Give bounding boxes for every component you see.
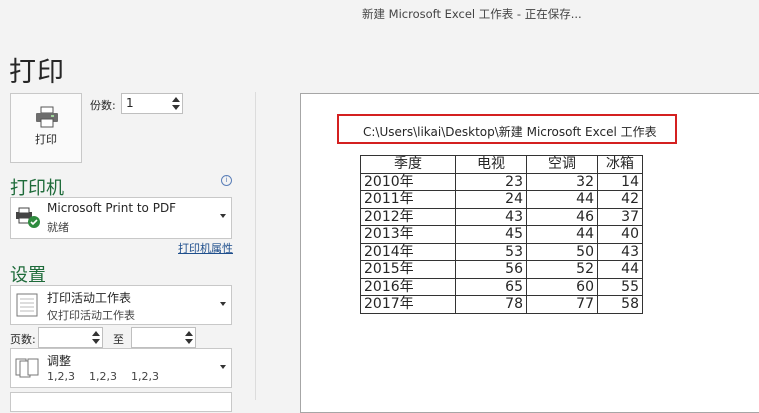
table-cell: 2017年 <box>360 295 456 314</box>
panel-divider <box>255 92 256 400</box>
table-cell: 53 <box>455 242 527 261</box>
table-row: 2011年 24 44 42 <box>360 190 643 209</box>
collate-subtitle: 1,2,3 1,2,3 1,2,3 <box>47 370 159 383</box>
table-header-cell: 季度 <box>360 155 456 174</box>
file-path-highlight: C:\Users\likai\Desktop\新建 Microsoft Exce… <box>337 114 677 144</box>
pages-to-label: 至 <box>113 333 124 346</box>
table-cell: 40 <box>597 225 643 244</box>
print-preview-page: C:\Users\likai\Desktop\新建 Microsoft Exce… <box>300 93 759 413</box>
info-icon[interactable]: i <box>221 175 232 186</box>
print-button[interactable]: 打印 <box>10 93 82 163</box>
collate-dropdown[interactable]: 调整 1,2,3 1,2,3 1,2,3 <box>10 348 232 388</box>
printer-icon <box>36 106 58 128</box>
table-cell: 44 <box>597 260 643 279</box>
table-cell: 43 <box>455 207 527 226</box>
table-row: 2017年 78 77 58 <box>360 295 643 314</box>
print-scope-dropdown[interactable]: 打印活动工作表 仅打印活动工作表 <box>10 285 232 325</box>
table-header-cell: 空调 <box>526 155 598 174</box>
collate-icon <box>15 358 39 378</box>
decrement-icon[interactable] <box>172 105 180 110</box>
table-cell: 65 <box>455 277 527 296</box>
table-row: 2013年 45 44 40 <box>360 225 643 244</box>
table-cell: 24 <box>455 190 527 209</box>
title-bar: 新建 Microsoft Excel 工作表 - 正在保存... <box>0 0 759 28</box>
table-row: 2016年 65 60 55 <box>360 277 643 296</box>
table-cell: 23 <box>455 172 527 191</box>
print-button-label: 打印 <box>35 133 57 146</box>
table-cell: 37 <box>597 207 643 226</box>
printer-dropdown[interactable]: Microsoft Print to PDF 就绪 <box>10 197 232 239</box>
table-row: 2010年 23 32 14 <box>360 172 643 191</box>
table-cell: 60 <box>526 277 598 296</box>
printer-ready-icon <box>16 207 40 228</box>
table-cell: 50 <box>526 242 598 261</box>
printer-status: 就绪 <box>47 221 69 234</box>
settings-section-title: 设置 <box>10 265 46 286</box>
table-cell: 56 <box>455 260 527 279</box>
copies-stepper[interactable]: 1 <box>121 93 183 114</box>
page-heading: 打印 <box>9 57 65 88</box>
table-cell: 45 <box>455 225 527 244</box>
table-cell: 44 <box>526 190 598 209</box>
increment-icon[interactable] <box>92 331 100 336</box>
table-header-cell: 冰箱 <box>597 155 643 174</box>
print-scope-title: 打印活动工作表 <box>47 291 132 305</box>
table-cell: 78 <box>455 295 527 314</box>
copies-label: 份数: <box>90 99 116 112</box>
table-row: 2014年 53 50 43 <box>360 242 643 261</box>
table-cell: 58 <box>597 295 643 314</box>
printer-properties-link[interactable]: 打印机属性 <box>178 240 233 256</box>
decrement-icon[interactable] <box>185 339 193 344</box>
copies-value[interactable]: 1 <box>126 96 134 110</box>
table-cell: 2016年 <box>360 277 456 296</box>
table-row: 2012年 43 46 37 <box>360 207 643 226</box>
increment-icon[interactable] <box>185 331 193 336</box>
table-row: 2015年 56 52 44 <box>360 260 643 279</box>
table-cell: 43 <box>597 242 643 261</box>
table-cell: 14 <box>597 172 643 191</box>
chevron-down-icon <box>220 365 226 369</box>
table-header-cell: 电视 <box>455 155 527 174</box>
chevron-down-icon <box>220 214 226 218</box>
table-cell: 2010年 <box>360 172 456 191</box>
printer-name: Microsoft Print to PDF <box>47 201 177 215</box>
data-table: 季度 电视 空调 冰箱 2010年 23 32 14 2011年 24 44 42 2012年 43 46 3… <box>360 155 643 314</box>
pages-to-input[interactable] <box>131 327 196 348</box>
print-scope-subtitle: 仅打印活动工作表 <box>47 309 135 322</box>
table-header-row: 季度 电视 空调 冰箱 <box>360 155 643 174</box>
table-cell: 2014年 <box>360 242 456 261</box>
increment-icon[interactable] <box>172 97 180 102</box>
table-cell: 55 <box>597 277 643 296</box>
table-cell: 2015年 <box>360 260 456 279</box>
table-cell: 2013年 <box>360 225 456 244</box>
table-cell: 52 <box>526 260 598 279</box>
pages-from-input[interactable] <box>38 327 103 348</box>
worksheet-icon <box>16 293 38 317</box>
file-path-text: C:\Users\likai\Desktop\新建 Microsoft Exce… <box>363 125 657 139</box>
table-cell: 32 <box>526 172 598 191</box>
table-cell: 2012年 <box>360 207 456 226</box>
next-setting-dropdown[interactable] <box>10 392 232 412</box>
table-cell: 44 <box>526 225 598 244</box>
decrement-icon[interactable] <box>92 339 100 344</box>
table-cell: 77 <box>526 295 598 314</box>
collate-title: 调整 <box>47 354 72 368</box>
window-title: 新建 Microsoft Excel 工作表 - 正在保存... <box>362 7 582 21</box>
table-cell: 46 <box>526 207 598 226</box>
table-cell: 2011年 <box>360 190 456 209</box>
table-cell: 42 <box>597 190 643 209</box>
pages-label: 页数: <box>10 333 36 346</box>
chevron-down-icon <box>220 302 226 306</box>
